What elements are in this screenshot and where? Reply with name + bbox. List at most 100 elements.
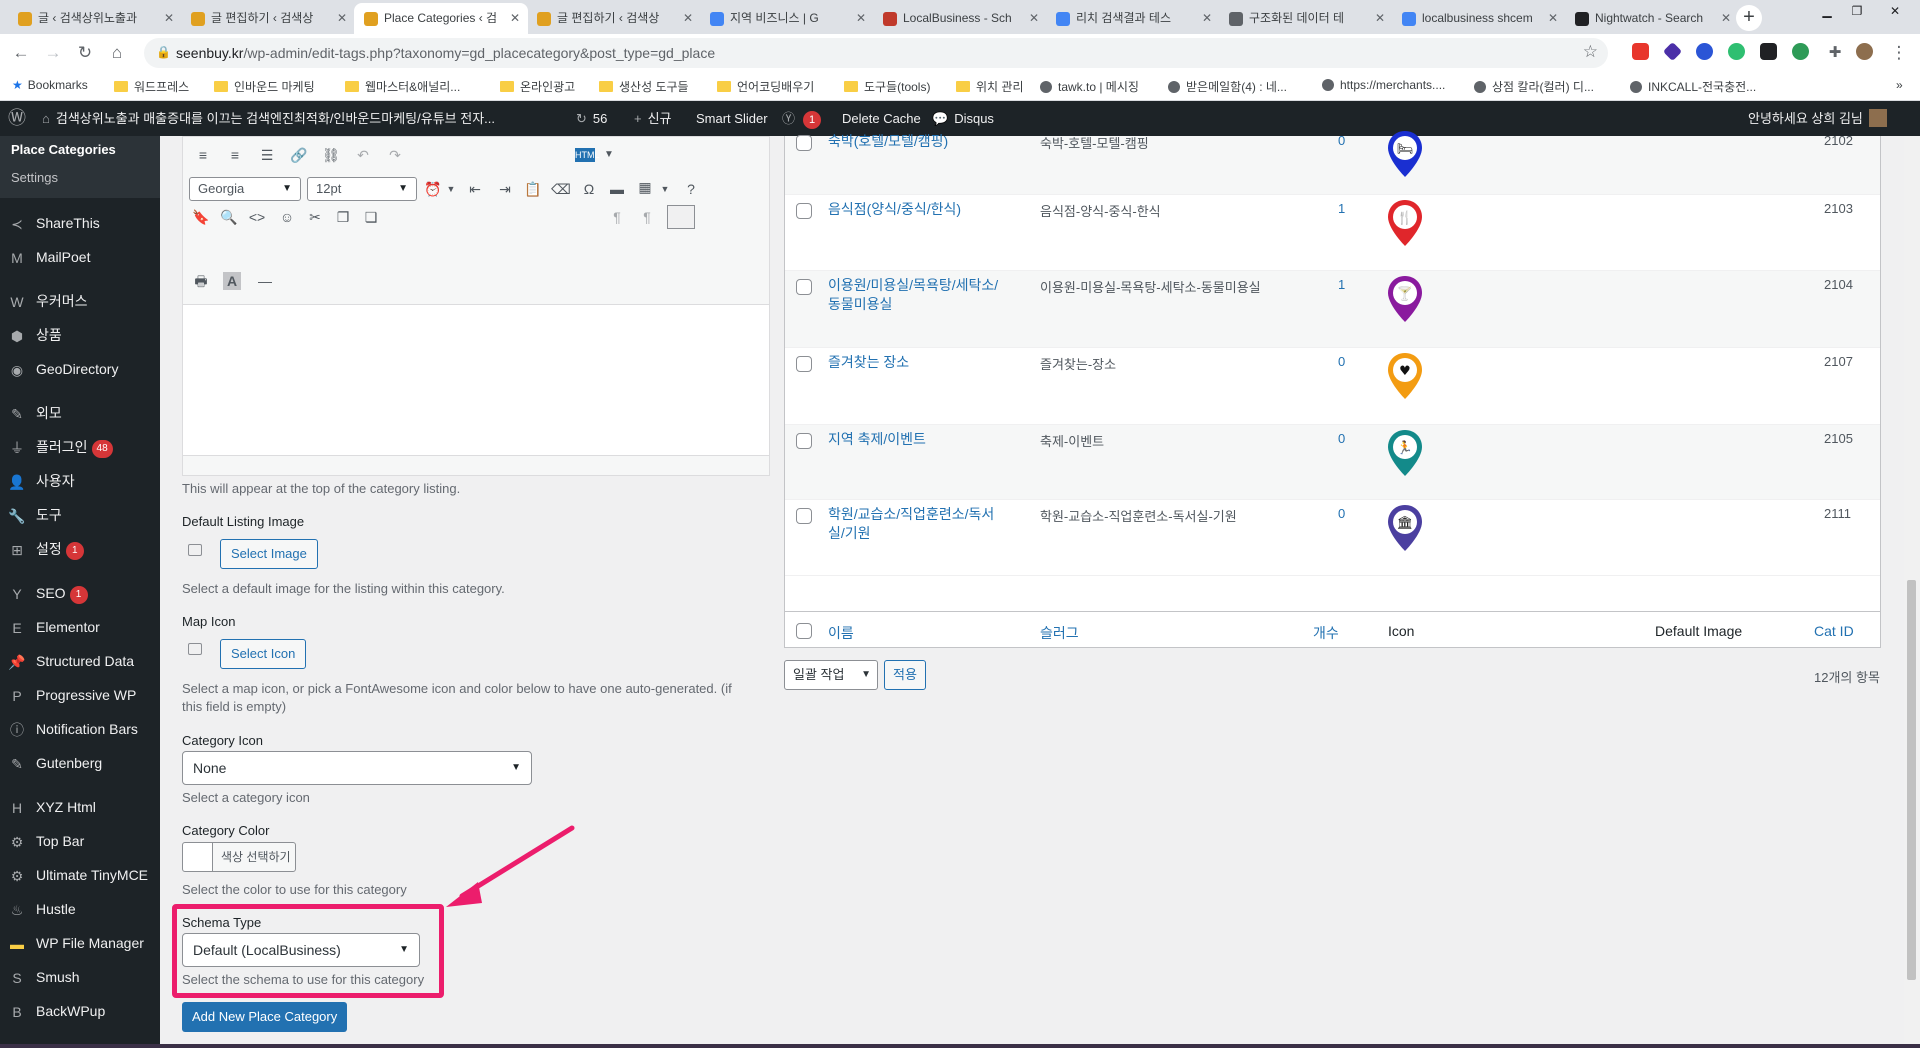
bookmark-item[interactable]: tawk.to | 메시징 — [1040, 78, 1139, 95]
extension-compass-icon[interactable] — [1696, 43, 1713, 60]
close-window-icon[interactable]: ✕ — [1880, 0, 1910, 24]
bookmark-item[interactable]: ★ Bookmarks — [12, 78, 88, 92]
category-count-link[interactable]: 1 — [1338, 201, 1345, 216]
category-name-link[interactable]: 학원/교습소/직업훈련소/독서 실/기원 — [828, 505, 1028, 543]
extension-green-icon[interactable] — [1728, 43, 1745, 60]
extension-mail-icon[interactable] — [1760, 43, 1777, 60]
text-color-icon[interactable]: A — [223, 272, 241, 290]
extension-diamond-icon[interactable] — [1662, 41, 1683, 62]
bulk-action-select[interactable]: 일괄 작업 ▼ — [784, 660, 878, 690]
updates-link[interactable]: ↻ 56 — [576, 101, 607, 136]
category-count-link[interactable]: 0 — [1338, 431, 1345, 446]
sidebar-item-notification-bars[interactable]: ⓘ Notification Bars — [0, 712, 160, 746]
bookmark-item[interactable]: 받은메일함(4) : 네... — [1168, 78, 1287, 95]
sidebar-item-mailpoet[interactable]: M MailPoet — [0, 240, 160, 274]
bookmark-star-icon[interactable]: ☆ — [1583, 42, 1598, 62]
browser-tab[interactable]: localbusiness shcem ✕ — [1392, 3, 1566, 34]
bookmark-item[interactable]: 웹마스터&애널리... — [345, 78, 460, 95]
tab-close-icon[interactable]: ✕ — [1029, 3, 1039, 34]
column-count[interactable]: 개수 — [1313, 623, 1339, 643]
editor-content[interactable] — [183, 305, 769, 445]
omega-icon[interactable]: Ω — [577, 177, 601, 201]
sidebar-item-xyz-html[interactable]: H XYZ Html — [0, 790, 160, 824]
extension-flag-icon[interactable] — [1632, 43, 1649, 60]
category-name-link[interactable]: 음식점(양식/중식/한식) — [828, 200, 1028, 219]
tab-close-icon[interactable]: ✕ — [683, 3, 693, 34]
tab-close-icon[interactable]: ✕ — [1375, 3, 1385, 34]
column-cat-id[interactable]: Cat ID — [1814, 623, 1854, 639]
category-count-link[interactable]: 0 — [1338, 354, 1345, 369]
undo-icon[interactable]: ↶ — [351, 143, 375, 167]
browser-tab[interactable]: 글 편집하기 ‹ 검색상 ✕ — [527, 3, 701, 34]
color-picker-button[interactable]: 색상 선택하기 — [182, 842, 296, 872]
delete-cache-link[interactable]: Delete Cache — [842, 101, 921, 136]
binoculars-icon[interactable]: 🔍 — [217, 205, 241, 229]
browser-tab[interactable]: 구조화된 데이터 테 ✕ — [1219, 3, 1393, 34]
font-family-select[interactable]: Georgia ▼ — [189, 177, 301, 201]
align-center-icon[interactable]: ≡ — [191, 143, 215, 167]
horizontal-line-icon[interactable]: ▬ — [605, 177, 629, 201]
avatar[interactable] — [1856, 43, 1873, 60]
sidebar-item-wp-file-manager[interactable]: ▬ WP File Manager — [0, 926, 160, 960]
browser-tab[interactable]: 지역 비즈니스 | G ✕ — [700, 3, 874, 34]
sidebar-item-sharethis[interactable]: ≺ ShareThis — [0, 206, 160, 240]
sidebar-item-ultimate-tinymce[interactable]: ⚙ Ultimate TinyMCE — [0, 858, 160, 892]
sidebar-item[interactable]: 🔧 도구 — [0, 498, 160, 532]
ltr-icon[interactable]: ¶ — [605, 205, 629, 229]
sidebar-item[interactable]: 👤 사용자 — [0, 464, 160, 498]
browser-tab[interactable]: 리치 검색결과 테스 ✕ — [1046, 3, 1220, 34]
tab-close-icon[interactable]: ✕ — [164, 3, 174, 34]
row-checkbox[interactable] — [796, 279, 812, 295]
copy-icon[interactable]: ❐ — [331, 205, 355, 229]
submenu-place-categories[interactable]: Place Categories — [11, 142, 116, 157]
category-count-link[interactable]: 0 — [1338, 506, 1345, 521]
home-icon[interactable]: ⌂ — [104, 40, 130, 66]
unlink-icon[interactable]: ⛓ — [319, 143, 343, 167]
bookmark-item[interactable]: INKCALL-전국충전... — [1630, 78, 1756, 95]
bookmark-icon[interactable]: 🔖 — [189, 205, 213, 229]
print-icon[interactable]: 🖶 — [189, 269, 213, 293]
bookmark-item[interactable]: 도구들(tools) — [844, 78, 930, 95]
bookmark-item[interactable]: https://merchants.... — [1322, 78, 1445, 92]
cut-icon[interactable]: ✂ — [303, 205, 327, 229]
wordpress-logo-icon[interactable]: Ⓦ — [8, 101, 26, 136]
column-slug[interactable]: 슬러그 — [1040, 623, 1079, 643]
bookmark-item[interactable]: 워드프레스 — [114, 78, 189, 95]
browser-tab[interactable]: Nightwatch - Search ✕ — [1565, 3, 1739, 34]
paste-text-icon[interactable]: ❏ — [359, 205, 383, 229]
sidebar-item-seo[interactable]: Y SEO 1 — [0, 576, 160, 610]
url-input[interactable]: 🔒 seenbuy.kr/wp-admin/edit-tags.php?taxo… — [144, 38, 1608, 68]
align-right-icon[interactable]: ≡ — [223, 143, 247, 167]
indent-icon[interactable]: ⇥ — [493, 177, 517, 201]
yoast-link[interactable]: Ⓨ 1 — [782, 101, 822, 136]
row-checkbox[interactable] — [796, 433, 812, 449]
paste-icon[interactable]: 📋 — [521, 177, 545, 201]
sidebar-item-hustle[interactable]: ♨ Hustle — [0, 892, 160, 926]
outdent-icon[interactable]: ⇤ — [463, 177, 487, 201]
submenu-settings[interactable]: Settings — [11, 170, 58, 185]
disqus-link[interactable]: 💬 Disqus — [932, 101, 994, 136]
extension-badge-icon[interactable] — [1792, 43, 1809, 60]
category-count-link[interactable]: 0 — [1338, 133, 1345, 148]
sidebar-item-smush[interactable]: S Smush — [0, 960, 160, 994]
back-icon[interactable]: ← — [8, 40, 34, 66]
sidebar-item[interactable]: ⏚ 플러그인 48 — [0, 430, 160, 464]
row-checkbox[interactable] — [796, 508, 812, 524]
site-title-link[interactable]: ⌂ 검색상위노출과 매출증대를 이끄는 검색엔진최적화/인바운드마케팅/유튜브 전… — [42, 101, 495, 136]
sidebar-item-top-bar[interactable]: ⚙ Top Bar — [0, 824, 160, 858]
font-size-select[interactable]: 12pt ▼ — [307, 177, 417, 201]
sidebar-item-geodirectory[interactable]: ◉ GeoDirectory — [0, 352, 160, 386]
select-all-checkbox[interactable] — [796, 623, 812, 639]
sidebar-item-elementor[interactable]: E Elementor — [0, 610, 160, 644]
account-link[interactable]: 안녕하세요 상희 김님 — [1748, 101, 1887, 136]
category-name-link[interactable]: 지역 축제/이벤트 — [828, 430, 1028, 449]
browser-tab[interactable]: LocalBusiness - Sch ✕ — [873, 3, 1047, 34]
bookmark-item[interactable]: 인바운드 마케팅 — [214, 78, 315, 95]
row-checkbox[interactable] — [796, 356, 812, 372]
browser-tab[interactable]: 글 편집하기 ‹ 검색상 ✕ — [181, 3, 355, 34]
sidebar-item-progressive-wp[interactable]: P Progressive WP — [0, 678, 160, 712]
tab-close-icon[interactable]: ✕ — [510, 3, 520, 34]
bookmark-item[interactable]: 상점 칼라(컬러) 디... — [1474, 78, 1594, 95]
bookmarks-overflow-button[interactable]: » — [1896, 78, 1903, 92]
add-new-place-category-button[interactable]: Add New Place Category — [182, 1002, 348, 1032]
